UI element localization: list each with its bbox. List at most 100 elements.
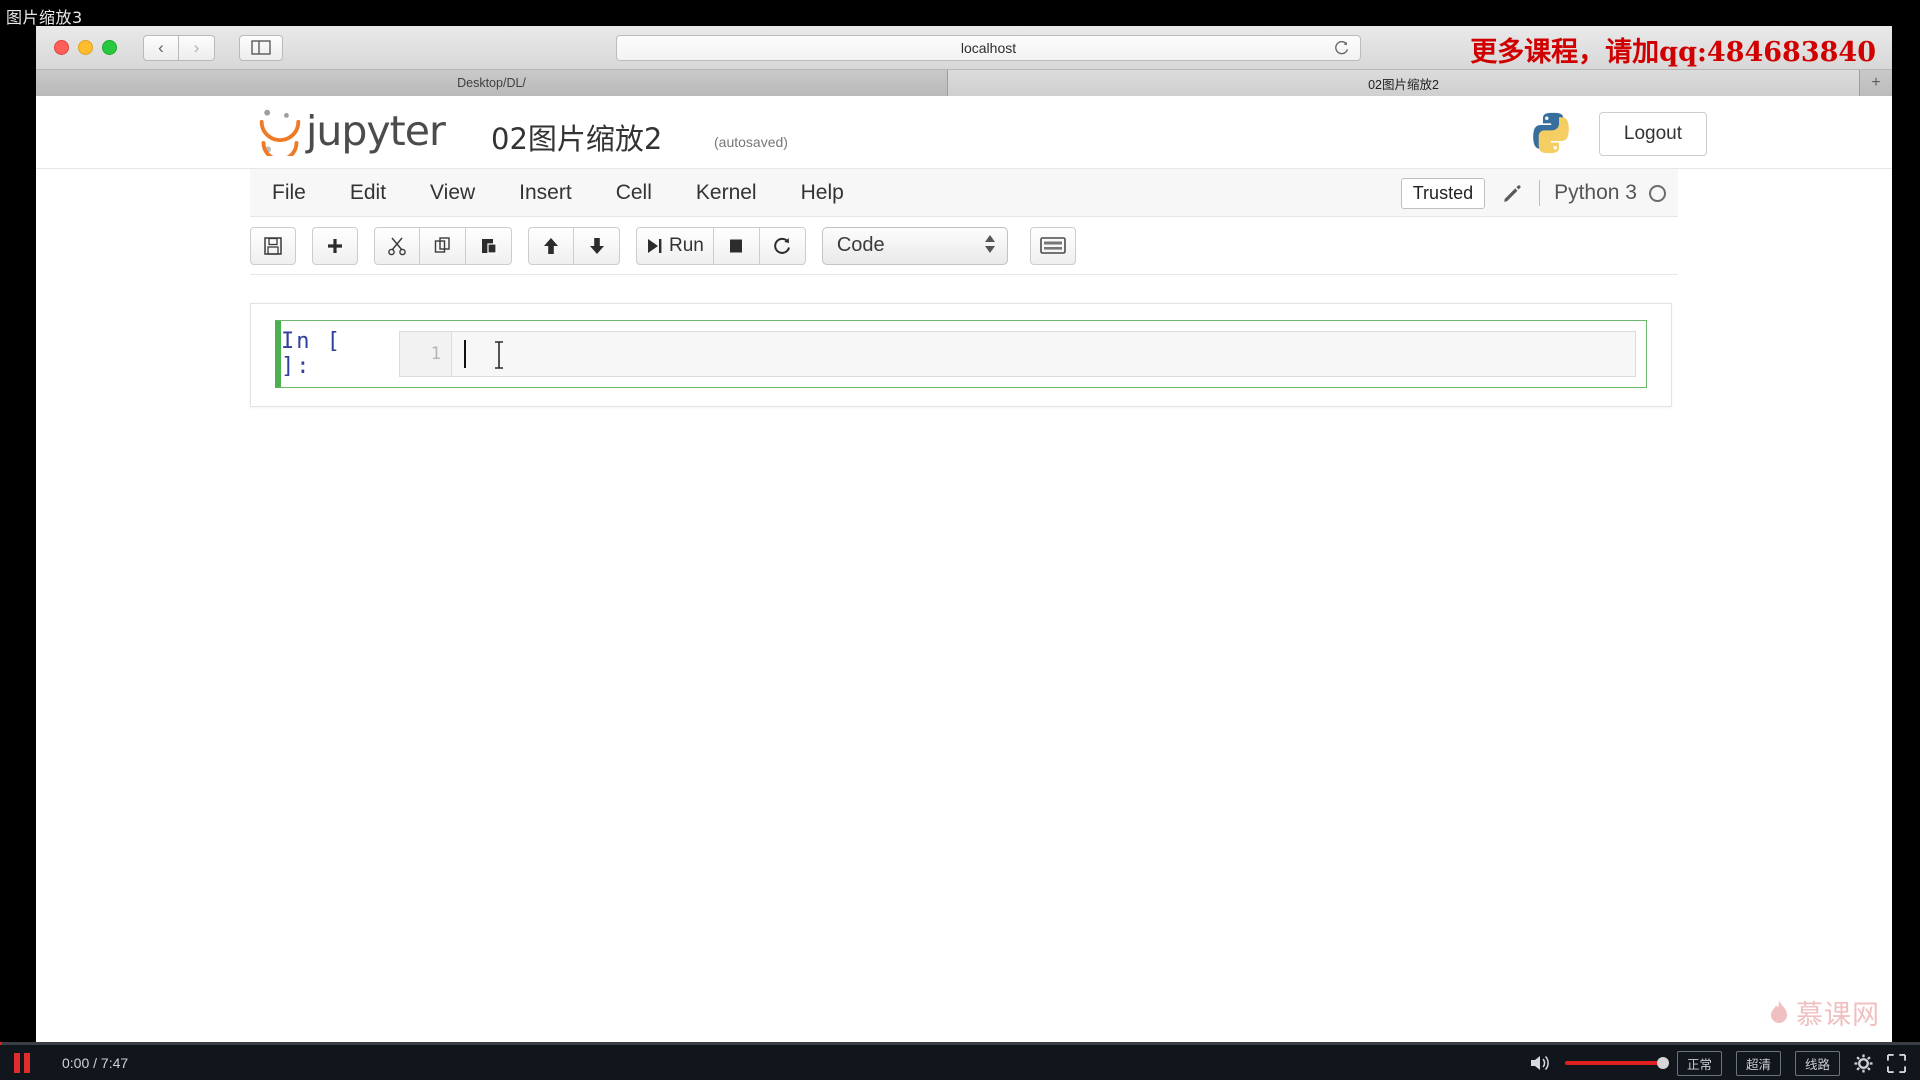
save-button[interactable] [250,226,296,265]
menu-help[interactable]: Help [779,169,866,217]
url-text: localhost [960,40,1017,56]
browser-toolbar: ‹ › localhost 更多课程，请加qq:484683840 [36,26,1892,70]
menu-kernel[interactable]: Kernel [674,169,779,217]
arrow-up-icon [544,237,558,254]
sidebar-icon [251,40,271,55]
menubar-divider [1539,180,1541,206]
insert-cell-below-button[interactable] [312,226,358,265]
lesson-title: 图片缩放3 [6,8,83,27]
minimize-window-button[interactable] [78,40,93,55]
close-window-button[interactable] [54,40,69,55]
video-controls-right: 正常 超清 线路 [1529,1045,1906,1080]
move-cell-up-button[interactable] [528,226,574,265]
menu-insert[interactable]: Insert [497,169,594,217]
back-icon[interactable]: ‹ [143,34,179,61]
text-caret [464,340,466,368]
toolbar-group-save [250,226,296,265]
cell-prompt: In [ ]: [281,329,342,379]
cell-type-select[interactable]: Code [821,226,1008,265]
run-label: Run [669,234,704,256]
navigation-buttons: ‹ › [143,34,215,61]
cell-type-value: Code [836,234,885,256]
jupyter-header: jupyter 02图片缩放2 (autosaved) Logout [36,96,1892,169]
jupyter-toolbar: Run Code [250,217,1678,275]
notebook-cell-container: In [ ]: 1 [250,303,1672,407]
code-editor[interactable]: 1 [399,331,1636,377]
trusted-badge[interactable]: Trusted [1400,177,1486,209]
jupyter-wordmark: jupyter [306,106,446,155]
window-traffic-lights [54,40,117,55]
volume-slider[interactable] [1564,1057,1669,1069]
kernel-status-idle-icon[interactable] [1649,184,1666,202]
restart-icon [774,237,791,254]
imooc-watermark: 慕课网 [1768,993,1880,1032]
pause-button[interactable] [10,1052,34,1074]
video-control-bar: 0:00 / 7:47 正常 超清 线路 [0,1042,1920,1080]
jupyter-app: jupyter 02图片缩放2 (autosaved) Logout File … [36,96,1892,1052]
gear-icon[interactable] [1854,1053,1873,1073]
plus-icon [328,238,342,253]
menu-edit[interactable]: Edit [328,169,408,217]
run-button[interactable]: Run [636,226,714,265]
menu-cell[interactable]: Cell [594,169,674,217]
toolbar-group-run: Run [636,226,806,265]
jupyter-menubar: File Edit View Insert Cell Kernel Help T… [250,169,1678,217]
sidebar-toggle-button[interactable] [239,34,283,61]
restart-kernel-button[interactable] [759,226,806,265]
route-button[interactable]: 线路 [1794,1050,1840,1076]
volume-icon[interactable] [1529,1053,1551,1073]
playback-speed-button[interactable]: 正常 [1676,1050,1722,1076]
code-cell-selected[interactable]: In [ ]: 1 [275,320,1647,388]
code-input-area[interactable] [452,332,1635,376]
notebook-body: In [ ]: 1 [36,275,1892,407]
run-icon [648,238,662,253]
python-logo-icon [1533,112,1569,154]
video-progress-fill [0,1042,2,1045]
toolbar-group-insert [312,226,358,265]
jupyter-mark-icon [259,109,301,156]
keyboard-icon [1040,237,1066,254]
jupyter-logo[interactable]: jupyter [258,106,446,156]
flame-icon [1771,999,1787,1023]
imooc-watermark-text: 慕课网 [1796,1000,1880,1031]
ibeam-cursor-icon [495,341,503,369]
line-number: 1 [400,332,452,376]
menu-file[interactable]: File [250,169,328,217]
forward-icon[interactable]: › [179,34,215,61]
save-icon [264,236,282,255]
promo-text: 更多课程，请加qq:484683840 [1470,37,1876,68]
toolbar-group-palette [1029,226,1076,265]
move-cell-down-button[interactable] [574,226,620,265]
scissors-icon [388,237,406,255]
command-palette-button[interactable] [1029,226,1076,265]
arrow-down-icon [589,237,604,254]
notebook-name[interactable]: 02图片缩放2 [491,116,662,158]
browser-tab-desktop-dl[interactable]: Desktop/DL/ [36,70,948,96]
volume-slider-knob[interactable] [1656,1057,1669,1069]
quality-button[interactable]: 超清 [1735,1050,1781,1076]
interrupt-kernel-button[interactable] [713,226,760,265]
toolbar-group-clipboard [374,226,512,265]
paste-icon [481,238,497,254]
browser-tab-notebook[interactable]: 02图片缩放2 [948,70,1860,96]
paste-button[interactable] [466,226,512,265]
stop-square-icon [730,239,743,252]
edit-pencil-icon[interactable] [1501,182,1523,204]
stepper-arrows-icon [984,234,996,253]
menu-view[interactable]: View [408,169,497,217]
autosave-status: (autosaved) [714,134,788,150]
fullscreen-icon[interactable] [1887,1053,1906,1073]
logout-button[interactable]: Logout [1598,112,1707,156]
maximize-window-button[interactable] [102,40,117,55]
browser-window: ‹ › localhost 更多课程，请加qq:484683840 Deskto… [36,26,1892,1052]
url-bar[interactable]: localhost [616,35,1361,61]
video-time-display: 0:00 / 7:47 [62,1054,129,1071]
video-page: 图片缩放3 ‹ › localhost 更多课程，请加qq:484683840 … [0,0,1920,1080]
reload-icon[interactable] [1333,40,1350,57]
copy-button[interactable] [420,226,466,265]
new-tab-button[interactable]: + [1860,70,1892,96]
toolbar-group-move [528,226,620,265]
menubar-right-group: Trusted Python 3 [1400,169,1672,217]
copy-icon [434,236,450,253]
cut-button[interactable] [374,226,420,265]
